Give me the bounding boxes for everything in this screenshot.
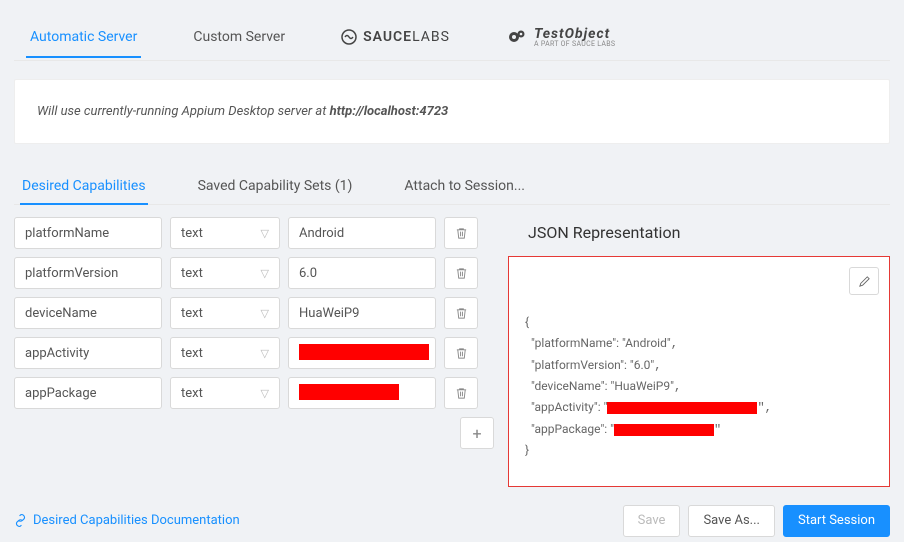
chevron-down-icon: ▽ (261, 267, 269, 280)
trash-icon (455, 267, 468, 280)
link-icon (14, 514, 27, 527)
cap-type-select[interactable]: text▽ (170, 217, 280, 249)
cap-value-input[interactable] (288, 337, 436, 369)
delete-capability-button[interactable] (444, 297, 478, 329)
saucelabs-label: SAUCELABS (363, 29, 450, 45)
cap-name-input[interactable] (14, 377, 162, 409)
capabilities-editor: text▽ text▽ text▽ text▽ text▽ (14, 217, 494, 449)
delete-capability-button[interactable] (444, 217, 478, 249)
capability-row: text▽ (14, 337, 494, 369)
redacted-value (299, 384, 399, 400)
server-tabs: Automatic Server Custom Server SAUCELABS… (14, 12, 890, 61)
trash-icon (455, 227, 468, 240)
trash-icon (455, 387, 468, 400)
edit-json-button[interactable] (849, 267, 879, 295)
save-button[interactable]: Save (623, 505, 681, 537)
cap-value-input[interactable] (288, 377, 436, 409)
json-title: JSON Representation (528, 223, 890, 242)
testobject-label: TestObject (534, 27, 615, 41)
saucelabs-icon (341, 29, 357, 45)
testobject-gear-icon (506, 26, 528, 48)
capability-row: text▽ (14, 297, 494, 329)
cap-name-input[interactable] (14, 337, 162, 369)
tab-saucelabs[interactable]: SAUCELABS (337, 15, 454, 57)
desired-capabilities-doc-link[interactable]: Desired Capabilities Documentation (14, 513, 240, 528)
json-box: { "platformName": "Android", "platformVe… (508, 256, 890, 487)
cap-name-input[interactable] (14, 217, 162, 249)
capability-row: text▽ (14, 217, 494, 249)
add-capability-button[interactable]: + (460, 417, 494, 449)
chevron-down-icon: ▽ (261, 387, 269, 400)
delete-capability-button[interactable] (444, 337, 478, 369)
cap-type-select[interactable]: text▽ (170, 257, 280, 289)
cap-name-input[interactable] (14, 297, 162, 329)
redacted-json-value (607, 402, 757, 414)
cap-type-select[interactable]: text▽ (170, 337, 280, 369)
tab-desired-capabilities[interactable]: Desired Capabilities (20, 168, 148, 204)
redacted-value (299, 344, 429, 360)
tab-testobject[interactable]: TestObject A PART OF SAUCE LABS (502, 12, 619, 60)
capability-row: text▽ (14, 377, 494, 409)
cap-type-select[interactable]: text▽ (170, 377, 280, 409)
trash-icon (455, 307, 468, 320)
cap-value-input[interactable] (288, 217, 436, 249)
trash-icon (455, 347, 468, 360)
redacted-json-value (614, 424, 714, 436)
server-url: http://localhost:4723 (330, 104, 449, 119)
save-as-button[interactable]: Save As... (688, 505, 775, 537)
cap-name-input[interactable] (14, 257, 162, 289)
testobject-sublabel: A PART OF SAUCE LABS (534, 41, 615, 48)
capability-tabs: Desired Capabilities Saved Capability Se… (14, 168, 890, 205)
start-session-button[interactable]: Start Session (783, 505, 890, 537)
cap-value-input[interactable] (288, 257, 436, 289)
pencil-icon (858, 275, 871, 288)
chevron-down-icon: ▽ (261, 307, 269, 320)
chevron-down-icon: ▽ (261, 347, 269, 360)
chevron-down-icon: ▽ (261, 227, 269, 240)
capability-row: text▽ (14, 257, 494, 289)
cap-value-input[interactable] (288, 297, 436, 329)
delete-capability-button[interactable] (444, 257, 478, 289)
footer-bar: Desired Capabilities Documentation Save … (14, 505, 890, 537)
tab-custom-server[interactable]: Custom Server (189, 15, 289, 57)
json-representation-panel: JSON Representation { "platformName": "A… (508, 217, 890, 487)
tab-saved-capability-sets[interactable]: Saved Capability Sets (1) (196, 168, 355, 204)
cap-type-select[interactable]: text▽ (170, 297, 280, 329)
delete-capability-button[interactable] (444, 377, 478, 409)
tab-automatic-server[interactable]: Automatic Server (26, 15, 141, 57)
plus-icon: + (472, 424, 481, 443)
tab-attach-to-session[interactable]: Attach to Session... (402, 168, 527, 204)
server-info-banner: Will use currently-running Appium Deskto… (14, 79, 890, 144)
